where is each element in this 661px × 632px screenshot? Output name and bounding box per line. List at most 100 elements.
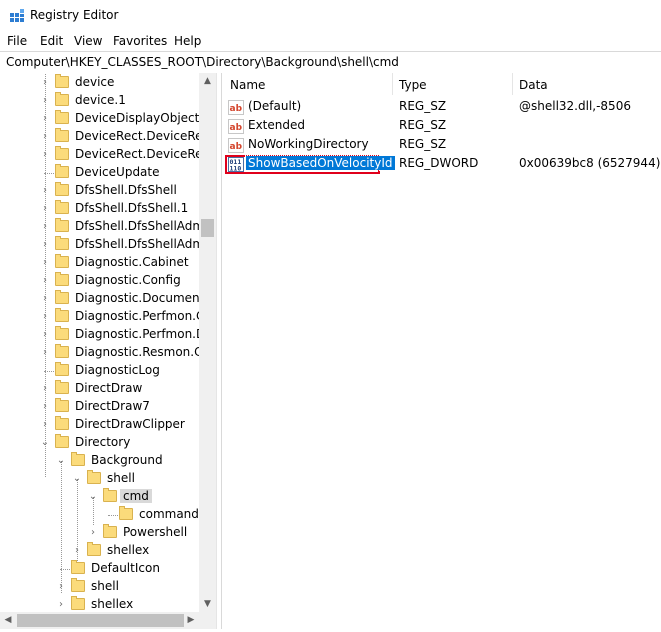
tree-item-label[interactable]: DeviceRect.DeviceRect bbox=[75, 129, 214, 143]
tree-item-label[interactable]: Diagnostic.Config bbox=[75, 273, 181, 287]
tree-vertical-scrollbar[interactable] bbox=[199, 73, 216, 612]
key-tree[interactable]: › device › device.1 › DeviceDisplayObject › Dev… bbox=[0, 73, 216, 632]
tree-item[interactable]: › Powershell bbox=[0, 524, 200, 542]
tree-item-label[interactable]: Background bbox=[91, 453, 163, 467]
tree-item[interactable]: › Diagnostic.Config bbox=[0, 272, 200, 290]
tree-item-label[interactable]: Powershell bbox=[123, 525, 187, 539]
tree-item-label[interactable]: cmd bbox=[120, 489, 152, 503]
tree-item[interactable]: command bbox=[0, 506, 200, 524]
tree-item-label[interactable]: shellex bbox=[107, 543, 149, 557]
tree-item[interactable]: › Diagnostic.Perfmon.Co bbox=[0, 308, 212, 326]
column-divider[interactable] bbox=[512, 73, 513, 95]
expand-chevron-icon[interactable]: › bbox=[40, 204, 50, 214]
tree-item-label[interactable]: DfsShell.DfsShell.1 bbox=[75, 201, 188, 215]
tree-item[interactable]: › DfsShell.DfsShellAdmin bbox=[0, 218, 215, 236]
value-name[interactable]: Extended bbox=[246, 118, 307, 132]
tree-item[interactable]: › shellex bbox=[0, 542, 200, 560]
tree-item-label[interactable]: DefaultIcon bbox=[91, 561, 160, 575]
tree-item[interactable]: › shell bbox=[0, 578, 200, 596]
tree-item[interactable]: › DeviceDisplayObject bbox=[0, 110, 200, 128]
tree-item[interactable]: › Diagnostic.Cabinet bbox=[0, 254, 200, 272]
value-name[interactable]: NoWorkingDirectory bbox=[246, 137, 371, 151]
expand-chevron-icon[interactable]: › bbox=[40, 294, 50, 304]
expand-chevron-icon[interactable]: › bbox=[40, 402, 50, 412]
value-name[interactable]: (Default) bbox=[246, 99, 303, 113]
tree-item[interactable]: › DirectDraw7 bbox=[0, 398, 200, 416]
menu-view[interactable]: View bbox=[74, 34, 102, 48]
menu-file[interactable]: File bbox=[7, 34, 27, 48]
collapse-chevron-icon[interactable]: ⌄ bbox=[40, 438, 50, 448]
collapse-chevron-icon[interactable]: ⌄ bbox=[72, 474, 82, 484]
value-row[interactable]: ab (Default) REG_SZ @shell32.dll,-8506 bbox=[222, 98, 661, 117]
tree-item-label[interactable]: Diagnostic.Perfmon.Do bbox=[75, 327, 213, 341]
tree-item[interactable]: › Diagnostic.Document bbox=[0, 290, 204, 308]
expand-chevron-icon[interactable]: › bbox=[40, 420, 50, 430]
expand-chevron-icon[interactable]: › bbox=[72, 546, 82, 556]
tree-item[interactable]: › Diagnostic.Perfmon.Do bbox=[0, 326, 213, 344]
expand-chevron-icon[interactable]: › bbox=[40, 276, 50, 286]
column-header-name[interactable]: Name bbox=[230, 78, 265, 92]
expand-chevron-icon[interactable]: › bbox=[56, 600, 66, 610]
column-header-data[interactable]: Data bbox=[519, 78, 548, 92]
tree-item[interactable]: DefaultIcon bbox=[0, 560, 200, 578]
tree-horizontal-scroll-thumb[interactable] bbox=[17, 614, 184, 627]
tree-item-label[interactable]: command bbox=[139, 507, 199, 521]
tree-item-label[interactable]: DfsShell.DfsShellAdmin bbox=[75, 219, 215, 233]
menu-favorites[interactable]: Favorites bbox=[113, 34, 167, 48]
tree-item-label[interactable]: Diagnostic.Perfmon.Co bbox=[75, 309, 212, 323]
expand-chevron-icon[interactable]: › bbox=[56, 582, 66, 592]
tree-item[interactable]: ⌄ Directory bbox=[0, 434, 200, 452]
expand-chevron-icon[interactable]: › bbox=[40, 330, 50, 340]
column-divider[interactable] bbox=[392, 73, 393, 95]
tree-item-label[interactable]: DirectDrawClipper bbox=[75, 417, 185, 431]
tree-item-label[interactable]: shell bbox=[107, 471, 135, 485]
value-row[interactable]: ab Extended REG_SZ bbox=[222, 117, 661, 136]
tree-item[interactable]: DeviceUpdate bbox=[0, 164, 200, 182]
tree-item-label[interactable]: DiagnosticLog bbox=[75, 363, 160, 377]
tree-item-label[interactable]: DfsShell.DfsShell bbox=[75, 183, 177, 197]
tree-item[interactable]: › DirectDraw bbox=[0, 380, 200, 398]
tree-item[interactable]: ⌄ shell bbox=[0, 470, 200, 488]
expand-chevron-icon[interactable]: › bbox=[40, 258, 50, 268]
expand-chevron-icon[interactable]: › bbox=[40, 348, 50, 358]
tree-item[interactable]: › DirectDrawClipper bbox=[0, 416, 200, 434]
value-row[interactable]: ab NoWorkingDirectory REG_SZ bbox=[222, 136, 661, 155]
tree-vertical-scroll-thumb[interactable] bbox=[201, 219, 214, 237]
menu-help[interactable]: Help bbox=[174, 34, 201, 48]
expand-chevron-icon[interactable]: › bbox=[40, 240, 50, 250]
scroll-left-arrow-icon[interactable]: ◀ bbox=[2, 614, 14, 627]
expand-chevron-icon[interactable]: › bbox=[40, 384, 50, 394]
tree-item-label[interactable]: shell bbox=[91, 579, 119, 593]
tree-item-label[interactable]: DeviceDisplayObject bbox=[75, 111, 199, 125]
tree-item-label[interactable]: DeviceRect.DeviceRect. bbox=[75, 147, 216, 161]
menu-edit[interactable]: Edit bbox=[40, 34, 63, 48]
scroll-down-arrow-icon[interactable]: ▼ bbox=[199, 598, 216, 610]
value-name[interactable]: ShowBasedOnVelocityId bbox=[245, 155, 396, 171]
tree-item-label[interactable]: DfsShell.DfsShellAdmin bbox=[75, 237, 215, 251]
address-path[interactable]: Computer\HKEY_CLASSES_ROOT\Directory\Bac… bbox=[6, 55, 399, 69]
tree-item[interactable]: › DfsShell.DfsShell.1 bbox=[0, 200, 200, 218]
expand-chevron-icon[interactable]: › bbox=[40, 96, 50, 106]
tree-item[interactable]: ⌄ cmd bbox=[0, 488, 200, 506]
tree-item[interactable]: › device.1 bbox=[0, 92, 200, 110]
address-bar[interactable]: Computer\HKEY_CLASSES_ROOT\Directory\Bac… bbox=[0, 51, 661, 74]
tree-item-label[interactable]: DeviceUpdate bbox=[75, 165, 160, 179]
scroll-right-arrow-icon[interactable]: ▶ bbox=[185, 614, 197, 627]
tree-item[interactable]: › DfsShell.DfsShellAdmin bbox=[0, 236, 215, 254]
tree-item-label[interactable]: device.1 bbox=[75, 93, 126, 107]
expand-chevron-icon[interactable]: › bbox=[40, 312, 50, 322]
tree-item-label[interactable]: Diagnostic.Resmon.Cor bbox=[75, 345, 215, 359]
tree-item[interactable]: › DfsShell.DfsShell bbox=[0, 182, 200, 200]
tree-item-label[interactable]: Diagnostic.Cabinet bbox=[75, 255, 189, 269]
value-row-selected[interactable]: 011 110 ShowBasedOnVelocityId REG_DWORD … bbox=[222, 155, 661, 174]
tree-item-label[interactable]: Diagnostic.Document bbox=[75, 291, 204, 305]
expand-chevron-icon[interactable]: › bbox=[40, 132, 50, 142]
expand-chevron-icon[interactable]: › bbox=[40, 78, 50, 88]
tree-item[interactable]: ⌄ Background bbox=[0, 452, 200, 470]
tree-item[interactable]: › DeviceRect.DeviceRect bbox=[0, 128, 214, 146]
scroll-up-arrow-icon[interactable]: ▲ bbox=[199, 75, 216, 87]
expand-chevron-icon[interactable]: › bbox=[88, 528, 98, 538]
tree-item[interactable]: › Diagnostic.Resmon.Cor bbox=[0, 344, 215, 362]
expand-chevron-icon[interactable]: › bbox=[40, 114, 50, 124]
tree-item-label[interactable]: DirectDraw bbox=[75, 381, 142, 395]
